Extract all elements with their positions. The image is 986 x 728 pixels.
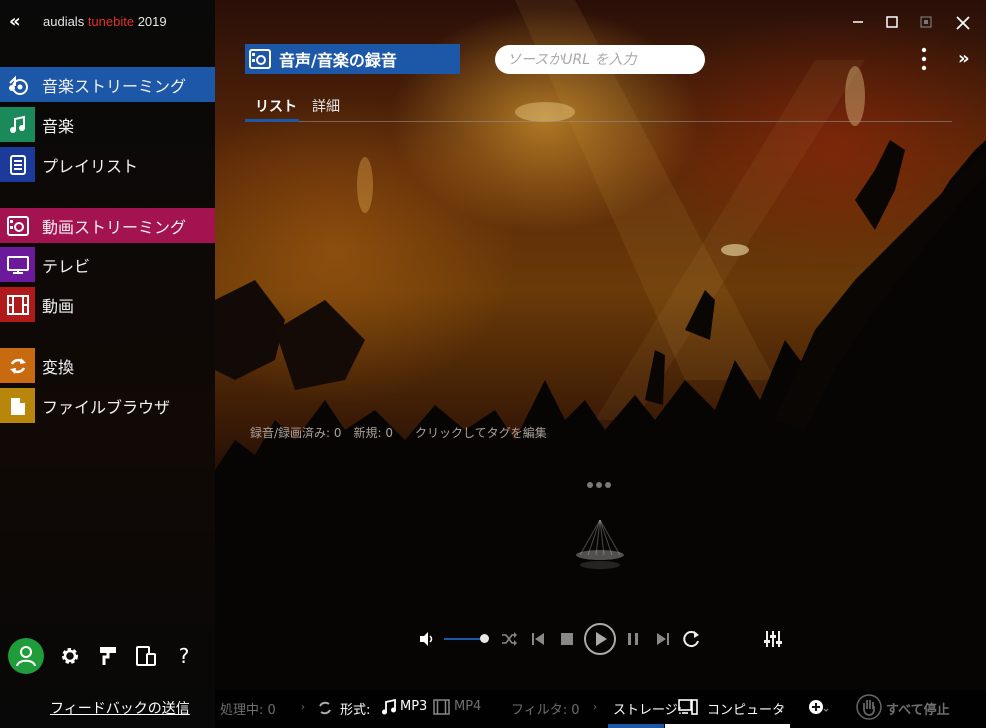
recording-stats: 録音/録画済み: 0 新規: 0 クリックしてタグを編集 <box>250 424 559 441</box>
add-storage-icon[interactable] <box>808 698 830 716</box>
storage-label: ストレージ: <box>613 703 683 718</box>
sidebar-item-label: 変換 <box>42 357 75 377</box>
maximize-icon[interactable] <box>882 12 902 32</box>
previous-track-icon[interactable] <box>530 631 546 647</box>
expand-panel-button[interactable]: » <box>958 48 978 69</box>
active-tab-indicator <box>245 119 299 122</box>
storage-selected-indicator <box>665 724 790 728</box>
app-window: « audials tunebite 2019 音楽ストリーミング 音楽 プレイ… <box>0 0 986 728</box>
tv-icon <box>0 247 35 282</box>
file-browser-icon <box>0 388 35 423</box>
recorded-count: 録音/録画済み: 0 <box>250 426 342 440</box>
sidebar-bottom-toolbar: ? <box>8 638 196 674</box>
sidebar-item-file-browser[interactable]: ファイルブラウザ <box>0 388 215 423</box>
collapse-sidebar-button[interactable]: « <box>9 12 29 32</box>
minimize-icon[interactable] <box>848 12 868 32</box>
format-label: 形式: <box>340 703 371 718</box>
new-count: 新規: 0 <box>353 426 394 440</box>
splitter-handle[interactable] <box>587 482 614 488</box>
brand-prefix: audials <box>43 14 88 29</box>
devices-button[interactable] <box>134 644 158 668</box>
panel-title: 音声/音楽の録音 <box>245 44 460 74</box>
brand-name: tunebite <box>87 14 135 29</box>
status-separator: › <box>781 702 785 713</box>
close-icon[interactable] <box>952 12 974 34</box>
sidebar-item-label: 音楽 <box>42 116 75 136</box>
edit-tags-link[interactable]: クリックしてタグを編集 <box>415 424 547 441</box>
mini-player-icon[interactable] <box>916 12 936 32</box>
settings-button[interactable] <box>58 644 82 668</box>
sidebar-item-convert[interactable]: 変換 <box>0 348 215 383</box>
play-icon[interactable] <box>583 622 617 656</box>
page-title: 音声/音楽の録音 <box>279 51 397 70</box>
music-streaming-icon <box>0 67 35 102</box>
stop-hand-icon[interactable] <box>856 694 882 720</box>
playlist-icon <box>0 147 35 182</box>
visualizer-icon <box>576 519 624 569</box>
convert-icon <box>319 701 331 715</box>
paint-roller-icon <box>100 647 116 665</box>
sidebar-item-label: 動画 <box>42 296 75 316</box>
volume-icon[interactable] <box>418 630 436 648</box>
sidebar-item-music-streaming[interactable]: 音楽ストリーミング <box>0 67 215 102</box>
sidebar-item-playlist[interactable]: プレイリスト <box>0 147 215 182</box>
feedback-link[interactable]: フィードバックの送信 <box>50 698 190 718</box>
music-note-icon[interactable] <box>381 699 397 715</box>
video-streaming-icon <box>0 208 35 243</box>
convert-icon <box>0 348 35 383</box>
sidebar-item-label: 音楽ストリーミング <box>42 76 187 96</box>
sidebar-item-label: プレイリスト <box>42 156 139 176</box>
user-icon <box>16 646 36 667</box>
processing-count: 処理中: 0 <box>220 703 276 718</box>
next-track-icon[interactable] <box>655 631 671 647</box>
storage-indicator <box>608 724 664 728</box>
status-separator: › <box>301 702 305 713</box>
tab-details[interactable]: 詳細 <box>312 96 340 122</box>
status-separator: › <box>593 702 597 713</box>
shuffle-icon[interactable] <box>500 630 518 648</box>
stop-all-button[interactable]: すべて停止 <box>886 699 950 718</box>
player-controls <box>418 622 788 656</box>
storage-computer[interactable]: コンピュータ <box>707 699 785 718</box>
search-input[interactable] <box>495 45 705 74</box>
more-options-icon[interactable] <box>914 46 934 72</box>
format-mp4[interactable]: MP4 <box>454 699 481 714</box>
sidebar-item-label: ファイルブラウザ <box>42 397 171 417</box>
film-icon <box>0 287 35 322</box>
help-button[interactable]: ? <box>172 644 196 668</box>
sidebar-item-tv[interactable]: テレビ <box>0 247 215 282</box>
volume-slider-track[interactable] <box>444 638 484 640</box>
status-bar: 処理中: 0 › 形式: MP3 MP4 フィルタ: 0 › ストレージ: コン… <box>215 690 986 728</box>
music-streaming-icon <box>245 44 275 74</box>
filter-count[interactable]: フィルタ: 0 <box>511 699 580 718</box>
repeat-icon[interactable] <box>680 628 702 650</box>
format-mp3[interactable]: MP3 <box>400 699 427 714</box>
tab-bar: リスト 詳細 <box>245 92 952 122</box>
volume-slider-handle[interactable] <box>480 634 489 643</box>
equalizer-icon[interactable] <box>763 629 783 649</box>
sidebar-item-label: 動画ストリーミング <box>42 217 187 237</box>
film-icon[interactable] <box>433 699 450 715</box>
sidebar-item-label: テレビ <box>42 256 91 276</box>
music-note-icon <box>0 107 35 142</box>
brand-year: 2019 <box>134 14 167 29</box>
sidebar: « audials tunebite 2019 音楽ストリーミング 音楽 プレイ… <box>0 0 215 728</box>
devices-icon <box>136 646 156 666</box>
app-brand: audials tunebite 2019 <box>43 14 167 29</box>
gear-icon <box>62 648 78 664</box>
sidebar-item-music[interactable]: 音楽 <box>0 107 215 142</box>
sidebar-item-video-streaming[interactable]: 動画ストリーミング <box>0 208 215 243</box>
skin-button[interactable] <box>96 644 120 668</box>
user-account-button[interactable] <box>8 638 44 674</box>
sidebar-item-video[interactable]: 動画 <box>0 287 215 322</box>
stop-icon[interactable] <box>560 632 574 646</box>
computer-icon[interactable] <box>678 699 698 715</box>
pause-icon[interactable] <box>625 631 641 647</box>
